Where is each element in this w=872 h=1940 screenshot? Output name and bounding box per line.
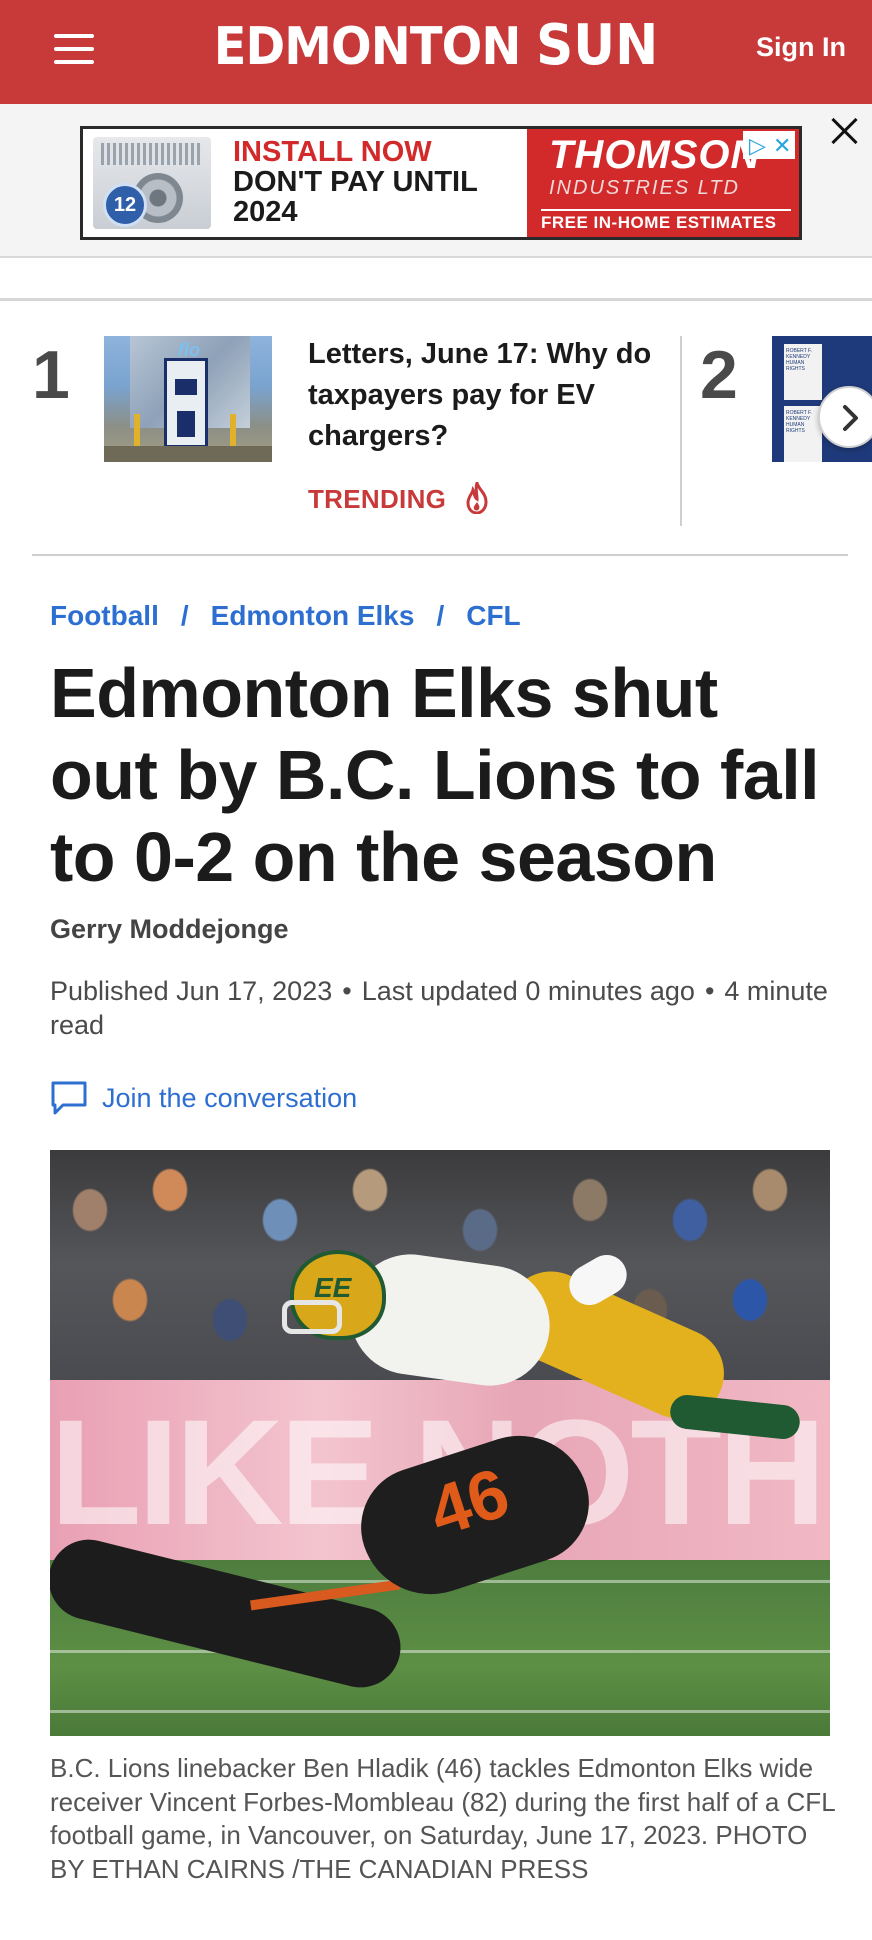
- breadcrumb-football[interactable]: Football: [50, 600, 159, 631]
- join-conversation-link[interactable]: Join the conversation: [50, 1078, 357, 1118]
- ad-dismiss-icon: ✕: [773, 133, 792, 158]
- trending-tag: TRENDING: [308, 484, 447, 514]
- ad-headline: INSTALL NOW DON'T PAY UNTIL 2024: [233, 137, 478, 227]
- carousel-divider: [680, 336, 682, 526]
- ad-choices-icon[interactable]: ▷ ✕: [743, 131, 795, 159]
- logo-sun: SUN: [536, 13, 659, 78]
- ad-line-2: DON'T PAY UNTIL: [233, 166, 478, 198]
- divider: [32, 554, 848, 556]
- adchoices-play-icon: ▷: [749, 133, 766, 158]
- breadcrumb-separator: /: [180, 600, 189, 631]
- breadcrumb: Football / Edmonton Elks / CFL: [50, 600, 521, 632]
- breadcrumb-separator: /: [436, 600, 445, 631]
- ev-charger-image: [164, 358, 208, 448]
- author-name[interactable]: Gerry Moddejonge: [50, 914, 289, 945]
- breadcrumb-cfl[interactable]: CFL: [466, 600, 520, 631]
- trending-thumbnail-1[interactable]: flo: [104, 336, 272, 462]
- sign-in-link[interactable]: Sign In: [756, 32, 846, 63]
- ad-close-icon[interactable]: [828, 114, 862, 148]
- divider: [0, 298, 872, 301]
- ad-line-1: INSTALL NOW: [233, 136, 432, 168]
- trending-rank-1: 1: [32, 337, 70, 413]
- breadcrumb-edmonton-elks[interactable]: Edmonton Elks: [211, 600, 415, 631]
- last-updated: Last updated 0 minutes ago: [361, 976, 695, 1006]
- ad-left-panel: 12 INSTALL NOW DON'T PAY UNTIL 2024: [83, 129, 527, 237]
- ad-banner[interactable]: 12 INSTALL NOW DON'T PAY UNTIL 2024 THOM…: [80, 126, 802, 240]
- join-conversation-label: Join the conversation: [102, 1082, 358, 1113]
- ad-brand-subtitle: INDUSTRIES LTD: [549, 177, 740, 199]
- article-meta: Published Jun 17, 2023 • Last updated 0 mi…: [50, 974, 840, 1042]
- book-cover: ROBERT F. KENNEDY HUMAN RIGHTS: [780, 344, 822, 400]
- ad-line-3: 2024: [233, 196, 298, 228]
- site-logo[interactable]: EDMONTON SUN: [35, 13, 837, 78]
- article-headline: Edmonton Elks shut out by B.C. Lions to …: [50, 654, 820, 896]
- published-date: Published Jun 17, 2023: [50, 976, 333, 1006]
- chevron-right-icon: [843, 405, 858, 431]
- logo-edmonton: EDMONTON: [213, 17, 522, 77]
- carousel-next-button[interactable]: [818, 386, 872, 448]
- article-photo[interactable]: LIKE NOTHING ELSE 46: [50, 1150, 830, 1736]
- ad-banner-zone: 12 INSTALL NOW DON'T PAY UNTIL 2024 THOM…: [0, 104, 872, 258]
- ad-cta: FREE IN-HOME ESTIMATES: [541, 209, 791, 233]
- trending-title-1[interactable]: Letters, June 17: Why do taxpayers pay f…: [308, 334, 668, 457]
- site-header: EDMONTON SUN Sign In: [0, 0, 872, 104]
- flo-logo: flo: [178, 340, 200, 360]
- ad-brand: THOMSON: [549, 133, 761, 177]
- flame-icon: [466, 482, 488, 514]
- comment-icon: [51, 1081, 87, 1115]
- ad-right-panel: THOMSON INDUSTRIES LTD FREE IN-HOME ESTI…: [527, 129, 799, 237]
- facemask: [282, 1300, 342, 1334]
- photo-caption: B.C. Lions linebacker Ben Hladik (46) ta…: [50, 1753, 835, 1884]
- warranty-badge: 12: [103, 183, 147, 227]
- meta-dot: •: [342, 976, 352, 1006]
- trending-rank-2: 2: [700, 337, 738, 413]
- meta-dot: •: [704, 976, 715, 1006]
- book-cover: ROBERT F. KENNEDY HUMAN RIGHTS: [780, 406, 822, 462]
